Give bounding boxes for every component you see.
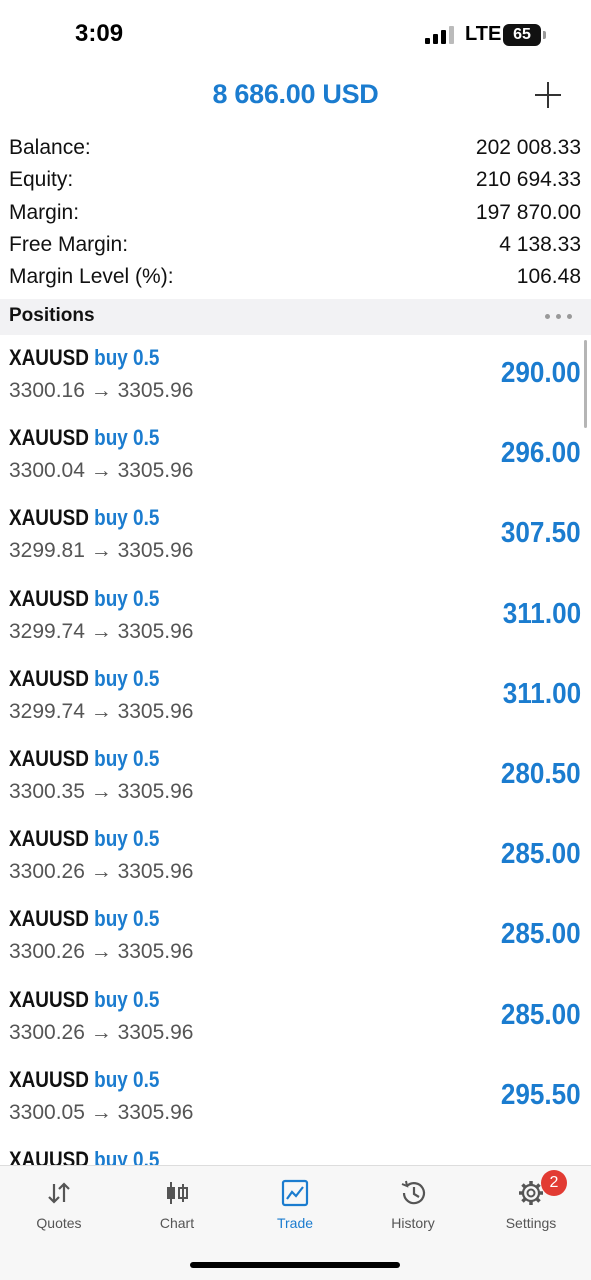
tab-label: Quotes (36, 1215, 82, 1231)
tab-history[interactable]: History (354, 1166, 472, 1236)
summary-value: 4 138.33 (499, 232, 581, 256)
summary-value: 106.48 (516, 265, 581, 289)
position-prices: 3300.26 → 3305.96 (9, 1020, 194, 1044)
summary-value: 202 008.33 (475, 136, 581, 159)
position-symbol: XAUUSD (9, 1066, 89, 1092)
summary-label: Margin: (9, 200, 80, 224)
summary-value: 210 694.33 (475, 168, 581, 192)
more-options-icon[interactable] (545, 314, 575, 320)
position-side: buy 0.5 (94, 906, 160, 932)
cellular-signal-icon (425, 26, 457, 44)
position-symbol: XAUUSD (9, 745, 89, 771)
position-prices: 3300.35 → 3305.96 (9, 779, 194, 803)
candlestick-chart-icon (167, 1182, 188, 1204)
position-side: buy 0.5 (94, 745, 160, 771)
add-order-icon[interactable] (533, 80, 563, 110)
positions-title: Positions (9, 305, 95, 326)
position-symbol: XAUUSD (9, 986, 89, 1012)
battery-tip (543, 31, 546, 39)
position-row[interactable]: XAUUSD buy 0.5 3300.35 → 3305.96 280.50 (0, 736, 591, 816)
position-row[interactable]: XAUUSD buy 0.5 3300.26 → 3305.96 285.00 (0, 977, 591, 1057)
tab-chart[interactable]: Chart (118, 1166, 236, 1236)
tab-label: Chart (159, 1215, 195, 1231)
position-profit: 296.00 (501, 437, 581, 470)
positions-section-header: Positions (0, 299, 591, 335)
positions-list[interactable]: XAUUSD buy 0.5 3300.16 → 3305.96 290.00 … (0, 335, 591, 1165)
position-prices: 3300.16 → 3305.96 (9, 379, 194, 402)
position-profit: 295.50 (501, 1078, 581, 1111)
position-symbol: XAUUSD (9, 505, 89, 531)
position-prices: 3299.74 → 3305.96 (9, 619, 194, 643)
status-bar: 3:09 LTE 65 (0, 0, 591, 70)
position-symbol: XAUUSD (9, 826, 89, 852)
position-prices: 3299.74 → 3305.96 (9, 699, 194, 723)
battery-icon: 65 (503, 24, 541, 46)
account-summary: Balance: 202 008.33 Equity: 210 694.33 M… (0, 132, 591, 293)
summary-free-margin: Free Margin: 4 138.33 (0, 229, 591, 261)
position-profit: 311.00 (502, 677, 581, 710)
position-row[interactable]: XAUUSD buy 0.5 3300.05 → 3305.96 295.50 (0, 1057, 591, 1137)
position-profit: 280.50 (501, 757, 581, 790)
position-symbol: XAUUSD (9, 585, 89, 611)
position-symbol: XAUUSD (9, 665, 89, 691)
tab-label: Settings (505, 1215, 557, 1231)
trade-line-chart-icon (281, 1179, 309, 1207)
position-prices: 3300.05 → 3305.96 (9, 1100, 194, 1124)
tab-trade[interactable]: Trade (236, 1166, 354, 1236)
position-profit: 311.00 (502, 597, 581, 630)
status-time: 3:09 (75, 20, 124, 47)
network-type: LTE (465, 23, 502, 45)
position-side: buy 0.5 (94, 345, 160, 370)
position-row[interactable]: XAUUSD buy 0.5 3299.81 → 3305.96 307.50 (0, 495, 591, 575)
position-row[interactable]: XAUUSD buy 0.5 3300.26 → 3305.96 285.00 (0, 896, 591, 976)
position-side: buy 0.5 (94, 505, 160, 531)
summary-margin-level: Margin Level (%): 106.48 (0, 261, 591, 293)
position-row[interactable]: XAUUSD buy 0.5 3299.74 → 3305.96 311.00 (0, 576, 591, 656)
tab-settings[interactable]: Settings (472, 1166, 590, 1236)
summary-label: Margin Level (%): (9, 265, 174, 289)
history-clock-icon (401, 1180, 426, 1205)
tab-label: History (391, 1215, 435, 1231)
position-row[interactable]: XAUUSD buy 0.5 3299.74 → 3305.96 311.00 (0, 656, 591, 736)
account-profit-title: 8 686.00 USD (212, 79, 379, 109)
summary-label: Free Margin: (9, 232, 129, 256)
position-symbol: XAUUSD (9, 425, 89, 451)
position-profit: 307.50 (501, 517, 581, 550)
settings-notification-badge: 2 (541, 1170, 567, 1196)
position-profit: 285.00 (501, 998, 581, 1031)
summary-balance: Balance: 202 008.33 (0, 132, 591, 164)
position-row[interactable]: XAUUSD buy 0.5 3300.16 → 3305.96 290.00 (0, 335, 591, 415)
position-side: buy 0.5 (94, 585, 160, 611)
position-side: buy 0.5 (94, 986, 160, 1012)
summary-label: Balance: (9, 136, 91, 159)
position-prices: 3299.81 → 3305.96 (9, 539, 194, 563)
position-prices: 3300.26 → 3305.96 (9, 940, 194, 964)
position-side: buy 0.5 (94, 665, 160, 691)
position-prices: 3300.26 → 3305.96 (9, 860, 194, 884)
position-profit: 285.00 (501, 838, 581, 871)
quotes-arrows-icon (48, 1182, 70, 1204)
position-row-partial[interactable]: XAUUSD buy 0.5 (0, 1137, 591, 1165)
position-symbol: XAUUSD (9, 1146, 89, 1165)
position-row[interactable]: XAUUSD buy 0.5 3300.26 → 3305.96 285.00 (0, 816, 591, 896)
position-side: buy 0.5 (94, 826, 160, 852)
summary-label: Equity: (9, 168, 74, 192)
summary-margin: Margin: 197 870.00 (0, 197, 591, 229)
position-profit: 285.00 (501, 918, 581, 951)
position-symbol: XAUUSD (9, 345, 89, 370)
position-side: buy 0.5 (94, 1146, 160, 1165)
tab-label: Trade (276, 1215, 314, 1231)
summary-value: 197 870.00 (475, 200, 581, 224)
summary-equity: Equity: 210 694.33 (0, 164, 591, 196)
header: 8 686.00 USD (0, 70, 591, 124)
position-profit: 290.00 (501, 357, 581, 389)
position-symbol: XAUUSD (9, 906, 89, 932)
position-prices: 3300.04 → 3305.96 (9, 459, 194, 483)
list-scrollbar[interactable] (584, 340, 587, 428)
home-indicator[interactable] (190, 1262, 400, 1268)
position-side: buy 0.5 (94, 425, 160, 451)
tab-quotes[interactable]: Quotes (0, 1166, 118, 1236)
position-row[interactable]: XAUUSD buy 0.5 3300.04 → 3305.96 296.00 (0, 415, 591, 495)
position-side: buy 0.5 (94, 1066, 160, 1092)
